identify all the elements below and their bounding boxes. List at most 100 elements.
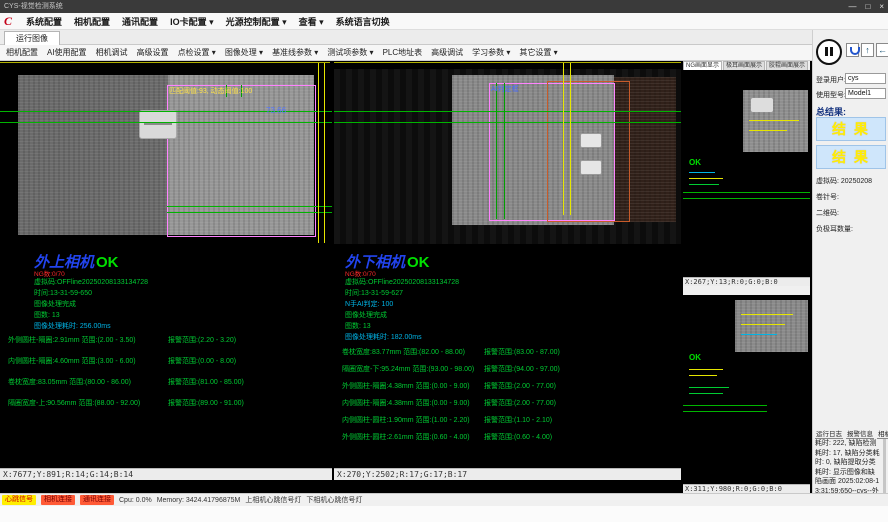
comm-link-badge: 通讯连接: [80, 495, 114, 505]
alarm-range: 报警范围:(81.00 - 85.00): [168, 377, 244, 387]
measure-row: 卷枕宽度:83.05mm 范围:(80.00 - 86.00): [8, 377, 131, 387]
measure-row: 外侧圆柱-圆柱:2.61mm 范围:(0.60 - 4.00): [342, 432, 470, 442]
right-view-status-bar: X:270;Y:2502;R:17;G:17;B:17: [334, 468, 681, 480]
menu-item-io[interactable]: IO卡配置 ▾: [170, 15, 214, 28]
upper-camera-heartbeat-label: 上相机心跳信号灯: [245, 495, 301, 505]
info-text-mark: [689, 393, 723, 394]
back-button[interactable]: ←: [876, 43, 888, 57]
pause-icon: [830, 47, 833, 56]
ai-judge-label: N手AI判定: 100: [345, 299, 393, 309]
info-text-mark: [689, 369, 723, 370]
login-user-field[interactable]: cys: [845, 73, 886, 84]
result-box-lower: 结 果: [816, 145, 886, 169]
thumb2-status-bar: X:311;Y:980;R:0;G:0;B:0: [683, 484, 810, 493]
tool-camera-debug[interactable]: 相机调试: [96, 47, 128, 58]
log-tab-alarm[interactable]: 报警信息: [846, 428, 874, 439]
info-text-mark: [689, 184, 719, 185]
camera-link-badge: 相机连接: [41, 495, 75, 505]
top-guide-line: [0, 62, 330, 63]
app-window: CYS-视觉检测系统 — □ × C 系统配置 相机配置 通讯配置 IO卡配置 …: [0, 0, 888, 522]
menu-bar: C 系统配置 相机配置 通讯配置 IO卡配置 ▾ 光源控制配置 ▾ 查看 ▾ 系…: [0, 13, 888, 30]
app-status-bar: 心跳信号 相机连接 通讯连接 Cpu: 0.0% Memory: 3424.41…: [0, 493, 888, 506]
window-title: CYS-视觉检测系统: [0, 3, 63, 10]
capture-time-label: 时间:13-31-59-627: [345, 288, 403, 298]
neg-tab-count-label: 负极耳数量:: [816, 224, 853, 234]
left-camera-viewport[interactable]: 匹配阈值:93, 动态阈值:100 73.66 外上相机OK NG数:0/70 …: [0, 61, 332, 480]
result-box-upper: 结 果: [816, 117, 886, 141]
right-camera-viewport[interactable]: AI判定框 外下相机OK NG数:0/70 虚拟码:OFFline2025020…: [334, 61, 681, 480]
process-done-label: 图像处理完成: [345, 310, 387, 320]
tool-baseline-params[interactable]: 基准线参数 ▾: [272, 47, 318, 58]
menu-item-comm[interactable]: 通讯配置: [122, 15, 158, 28]
tool-plc-address[interactable]: PLC地址表: [383, 47, 423, 58]
thumb-tab-tab2[interactable]: 极耳画面展示: [723, 61, 765, 70]
cyan-mark: [741, 334, 777, 335]
move-up-button[interactable]: ↑: [861, 43, 874, 57]
menu-item-light[interactable]: 光源控制配置 ▾: [226, 15, 287, 28]
measure-row: 内侧圆柱-隔圈:4.38mm 范围:(0.00 - 9.00): [342, 398, 470, 408]
feature-bright-spot: [751, 98, 773, 112]
virtual-code-label: 虚拟码:OFFline20250208133134728: [345, 277, 459, 287]
edge-mark-green-1: [496, 83, 497, 219]
baseline-green-1: [683, 192, 810, 193]
model-field[interactable]: Model1: [845, 88, 886, 99]
guide-yellow-2: [570, 63, 571, 215]
thumb-tab-ng[interactable]: NG画面显示: [683, 61, 722, 70]
tool-advanced-debug[interactable]: 高级调试: [431, 47, 463, 58]
thumb-image: [743, 90, 808, 152]
thumb-viewport-2[interactable]: OK: [683, 295, 810, 484]
capture-time-label: 时间:13-31-59-650: [34, 288, 92, 298]
guide-yellow-2: [324, 63, 325, 243]
measure-row: 外侧圆柱-隔圈:4.38mm 范围:(0.00 - 9.00): [342, 381, 470, 391]
alarm-range: 报警范围:(83.00 - 87.00): [484, 347, 560, 357]
menu-item-language[interactable]: 系统语言切换: [336, 15, 390, 28]
threshold-overlay-text: 匹配阈值:93, 动态阈值:100: [169, 86, 252, 96]
menu-item-camera[interactable]: 相机配置: [74, 15, 110, 28]
roi-box-orange: [547, 81, 630, 222]
alarm-range: 报警范围:(2.20 - 3.20): [168, 335, 236, 345]
alarm-range: 报警范围:(2.00 - 77.00): [484, 381, 556, 391]
tool-test-params[interactable]: 测试项参数 ▾: [327, 47, 373, 58]
measure-row: 内侧圆柱-隔圈:4.60mm 范围:(3.00 - 6.00): [8, 356, 136, 366]
measure-row: 内侧圆柱-圆柱:1.90mm 范围:(1.00 - 2.20): [342, 415, 470, 425]
tab-run-image[interactable]: 运行图像: [4, 31, 60, 45]
pause-icon: [825, 47, 828, 56]
maximize-button[interactable]: □: [865, 0, 870, 13]
measure-row: 卷枕宽度:83.77mm 范围:(82.00 - 88.00): [342, 347, 465, 357]
baseline-green-3: [167, 206, 332, 207]
measure-row: 隔圈宽度-上:90.56mm 范围:(88.00 - 92.00): [8, 398, 140, 408]
alarm-range: 报警范围:(0.00 - 8.00): [168, 356, 236, 366]
result-ok-label: OK: [407, 254, 430, 271]
pause-button[interactable]: [816, 39, 842, 65]
log-tab-run[interactable]: 运行日志: [815, 428, 843, 439]
tool-image-processing[interactable]: 图像处理 ▾: [225, 47, 263, 58]
virtual-code-label: 虚拟码:OFFline20250208133134728: [34, 277, 148, 287]
tool-spotcheck-settings[interactable]: 点检设置 ▾: [178, 47, 216, 58]
alarm-range: 报警范围:(94.00 - 97.00): [484, 364, 560, 374]
login-user-label: 登录用户:: [816, 75, 846, 85]
alarm-range: 报警范围:(89.00 - 91.00): [168, 398, 244, 408]
menu-item-view[interactable]: 查看 ▾: [299, 15, 324, 28]
heartbeat-badge: 心跳信号: [2, 495, 36, 505]
model-label: 使用型号:: [816, 90, 846, 100]
tool-ai-config[interactable]: AI使用配置: [47, 47, 87, 58]
magnet-button[interactable]: [846, 43, 859, 57]
minimize-button[interactable]: —: [848, 0, 856, 13]
log-tab-camera[interactable]: 相机信息: [877, 428, 888, 439]
thumb-viewport-1[interactable]: OK: [683, 70, 810, 277]
title-bar: CYS-视觉检测系统 — □ ×: [0, 0, 888, 13]
memory-usage-label: Memory: 3424.41796875M: [157, 497, 241, 504]
tool-camera-config[interactable]: 相机配置: [6, 47, 38, 58]
process-done-label: 图像处理完成: [34, 299, 76, 309]
cpu-usage-label: Cpu: 0.0%: [119, 497, 152, 504]
thumb-tab-tab3[interactable]: 胶辊画面展示: [766, 61, 808, 70]
arrow-left-icon: ←: [878, 45, 887, 55]
close-button[interactable]: ×: [879, 0, 884, 13]
alarm-range: 报警范围:(2.00 - 77.00): [484, 398, 556, 408]
tool-advanced-settings[interactable]: 高级设置: [137, 47, 169, 58]
tool-learning-params[interactable]: 学习参数 ▾: [472, 47, 510, 58]
menu-item-system[interactable]: 系统配置: [26, 15, 62, 28]
tool-other-settings[interactable]: 其它设置 ▾: [519, 47, 557, 58]
baseline-green-4: [167, 212, 332, 213]
camera-image-left-part: [18, 75, 170, 235]
